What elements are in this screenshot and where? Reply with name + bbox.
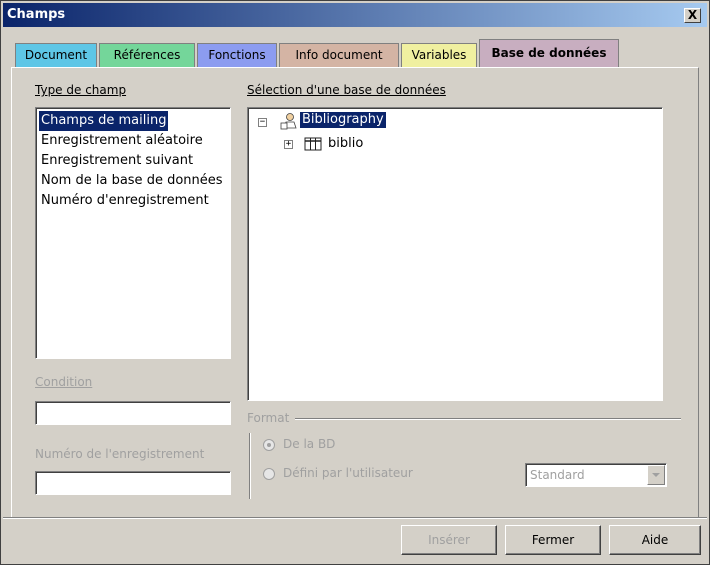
dialog-window: Champs X Document Références Fonctions I… <box>0 0 710 565</box>
chevron-down-icon <box>652 473 660 477</box>
aide-button[interactable]: Aide <box>609 525 701 555</box>
format-separator <box>295 418 681 420</box>
condition-label: Condition <box>35 375 93 389</box>
radio-de-la-bd-label: De la BD <box>283 437 336 451</box>
tab-variables[interactable]: Variables <box>401 43 477 67</box>
tree-item-biblio[interactable]: biblio <box>326 134 365 154</box>
title-bar: Champs X <box>3 3 707 27</box>
tab-info-document[interactable]: Info document <box>279 43 399 67</box>
database-selection-label: Sélection d'une base de données <box>247 83 446 97</box>
radio-defini-par-utilisateur-label: Défini par l'utilisateur <box>283 466 413 480</box>
format-label: Format <box>247 411 290 425</box>
tab-document[interactable]: Document <box>15 43 97 67</box>
condition-input[interactable] <box>35 401 231 425</box>
database-tree[interactable]: − Bibliography + biblio <box>247 107 663 401</box>
insert-button[interactable]: Insérer <box>401 525 497 555</box>
database-icon <box>280 113 297 130</box>
collapse-icon[interactable]: − <box>258 118 267 127</box>
radio-dot <box>267 443 271 447</box>
bottom-separator <box>3 517 707 519</box>
expand-icon[interactable]: + <box>284 140 293 149</box>
format-vertical-separator <box>249 433 251 499</box>
type-de-champ-label: Type de champ <box>35 83 127 97</box>
table-icon <box>304 137 322 151</box>
tab-fonctions[interactable]: Fonctions <box>197 43 277 67</box>
list-item[interactable]: Numéro d'enregistrement <box>39 191 211 211</box>
fermer-button[interactable]: Fermer <box>505 525 601 555</box>
list-item[interactable]: Nom de la base de données <box>39 171 225 191</box>
tab-references[interactable]: Références <box>99 43 195 67</box>
record-number-label: Numéro de l'enregistrement <box>35 447 205 461</box>
record-number-input[interactable] <box>35 471 231 495</box>
list-item[interactable]: Enregistrement aléatoire <box>39 131 205 151</box>
dropdown-arrow-button[interactable] <box>647 465 665 485</box>
radio-de-la-bd[interactable] <box>263 439 275 451</box>
radio-defini-par-utilisateur[interactable] <box>263 468 275 480</box>
list-item[interactable]: Champs de mailing <box>39 111 169 131</box>
tab-base-de-donnees[interactable]: Base de données <box>479 39 619 67</box>
close-window-button[interactable]: X <box>684 8 701 23</box>
tree-item-bibliography[interactable]: Bibliography <box>300 112 386 128</box>
type-de-champ-list[interactable]: Champs de mailing Enregistrement aléatoi… <box>35 107 231 359</box>
window-title: Champs <box>7 7 66 22</box>
list-item[interactable]: Enregistrement suivant <box>39 151 195 171</box>
format-select[interactable]: Standard <box>525 463 667 487</box>
